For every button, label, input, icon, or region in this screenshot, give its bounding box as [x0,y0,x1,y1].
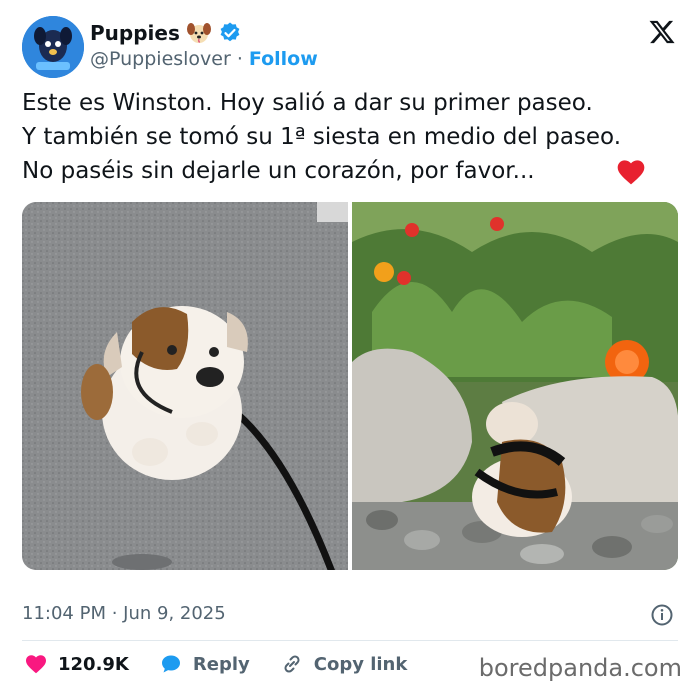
verified-badge-icon [220,22,240,42]
divider [22,640,678,641]
handle-separator: · [236,48,243,70]
dog-face-icon [186,23,211,43]
like-count: 120.9K [58,653,129,675]
copy-link-button[interactable]: Copy link [280,652,408,676]
tweet-text: Este es Winston. Hoy salió a dar su prim… [22,86,682,188]
red-heart-icon [617,160,645,185]
watermark: boredpanda.com [478,654,682,682]
copy-link-icon [284,655,300,673]
puppy-napping-photo[interactable] [352,202,678,570]
reply-label: Reply [192,653,250,675]
author-handle[interactable]: @Puppieslover [90,48,231,70]
tweet-timestamp[interactable]: 11:04 PM · Jun 9, 2025 [22,603,226,624]
tweet-media[interactable] [22,202,678,570]
tweet-line: Este es Winston. Hoy salió a dar su prim… [22,90,593,116]
reply-bubble-icon [161,655,180,673]
info-icon[interactable] [650,603,674,627]
author-name[interactable]: Puppies [90,21,180,45]
avatar[interactable] [22,16,84,78]
heart-icon [26,655,46,674]
follow-button[interactable]: Follow [249,48,318,70]
x-logo-icon[interactable] [648,18,676,46]
reply-button[interactable]: Reply [159,652,250,676]
action-bar: 120.9K Reply Copy link [24,652,407,676]
copy-link-label: Copy link [313,653,408,675]
puppy-walking-photo[interactable] [22,202,348,570]
like-button[interactable]: 120.9K [24,652,129,676]
tweet-line: No paséis sin dejarle un corazón, por fa… [22,158,535,184]
tweet-line: Y también se tomó su 1ª siesta en medio … [22,124,622,150]
